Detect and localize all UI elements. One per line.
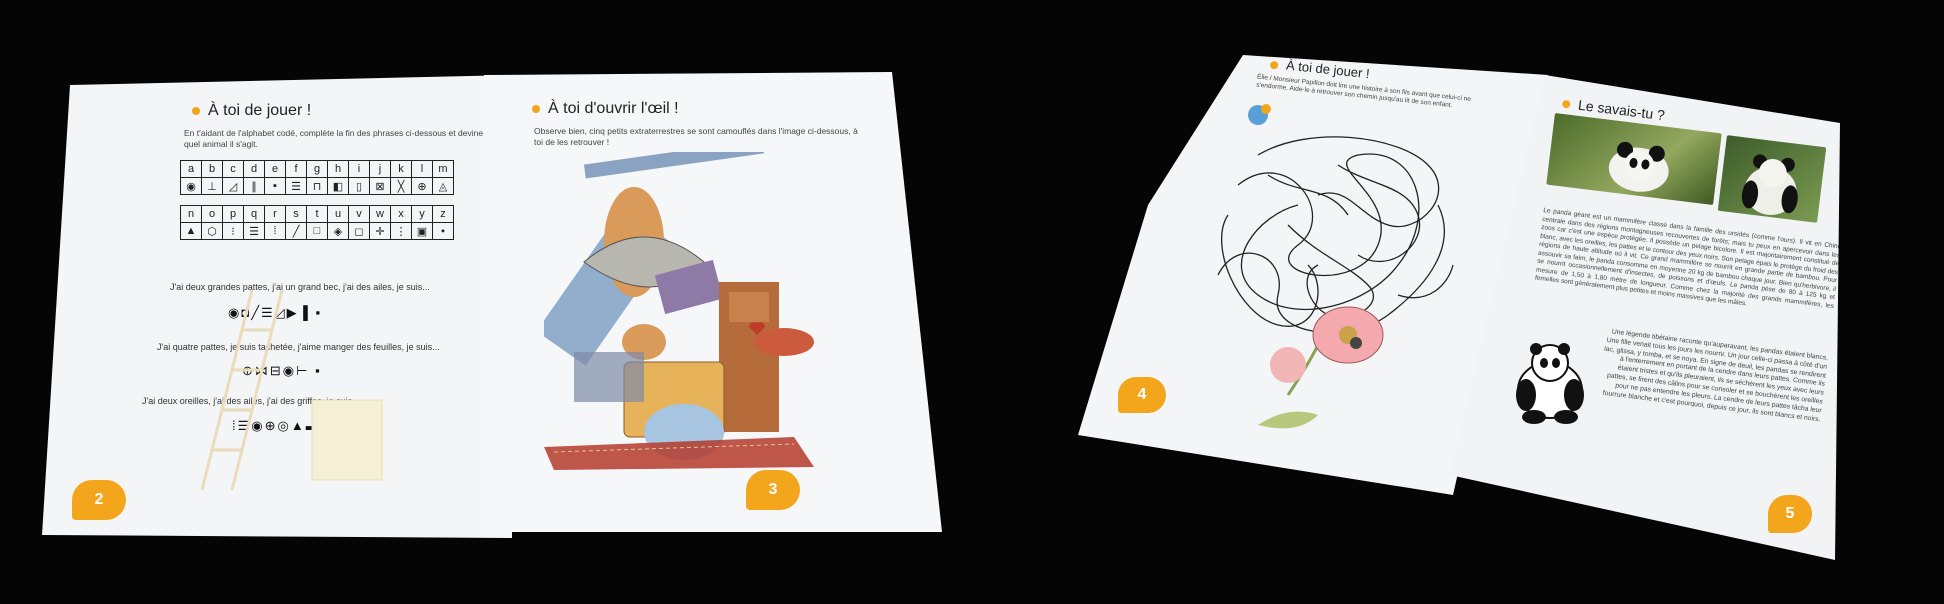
alphabet-letter-h: h xyxy=(327,160,349,178)
code-symbol: ⊓ xyxy=(306,177,328,195)
code-symbol: ◉ xyxy=(180,177,202,195)
alphabet-letter-g: g xyxy=(306,160,328,178)
page-3: À toi d'ouvrir l'œil ! Observe bien, cin… xyxy=(484,72,942,532)
code-symbol: ☰ xyxy=(243,222,265,240)
panda-drawing xyxy=(1516,343,1584,424)
alphabet-letter-b: b xyxy=(201,160,223,178)
code-symbol: ⊕ xyxy=(411,177,433,195)
alphabet-letter-i: i xyxy=(348,160,370,178)
alphabet-letter-u: u xyxy=(327,205,349,223)
bullet-icon xyxy=(1269,60,1279,70)
alphabet-letter-j: j xyxy=(369,160,391,178)
code-symbol: ✛ xyxy=(369,222,391,240)
alphabet-letter-k: k xyxy=(390,160,412,178)
code-symbol: ╳ xyxy=(390,177,412,195)
alphabet-letter-o: o xyxy=(201,205,223,223)
flower-drawing xyxy=(1258,306,1384,429)
alphabet-letter-f: f xyxy=(285,160,307,178)
code-symbol: ⬩ xyxy=(432,222,454,240)
page-2: À toi de jouer ! En t'aidant de l'alphab… xyxy=(42,75,512,538)
code-symbol: ◧ xyxy=(327,177,349,195)
code-symbol: ⋮ xyxy=(390,222,412,240)
panda-photo-2 xyxy=(1717,135,1827,223)
page-5-number: 5 xyxy=(1768,495,1812,533)
code-symbol: ▪ xyxy=(264,177,286,195)
bullet-icon xyxy=(192,106,200,115)
code-symbol: ⁝ xyxy=(222,222,244,240)
page-3-instructions: Observe bien, cinq petits extraterrestre… xyxy=(534,126,858,147)
bullet-icon xyxy=(532,104,540,113)
code-symbol: ⁞ xyxy=(264,222,286,240)
alphabet-letter-y: y xyxy=(411,205,433,223)
alphabet-code-row-2: nopqrstuvwxyz ▲ ⬡ ⁝ ☰ ⁞ ╱ □ ◈ ◻ ✛ ⋮ ▣ ⬩ xyxy=(180,205,454,240)
code-symbol: ▯ xyxy=(348,177,370,195)
code-symbol: ☰ xyxy=(285,177,307,195)
code-symbol: ◈ xyxy=(327,222,349,240)
bullet-icon xyxy=(1561,100,1571,109)
alphabet-letter-s: s xyxy=(285,205,307,223)
page-2-title: À toi de jouer ! xyxy=(192,102,311,120)
alphabet-letter-n: n xyxy=(180,205,202,223)
code-symbol: ◿ xyxy=(222,177,244,195)
page-2-number: 2 xyxy=(72,480,126,520)
code-symbol: ⊥ xyxy=(201,177,223,195)
panda-legend-paragraph: Une légende tibétaine raconte qu'auparav… xyxy=(1602,328,1829,424)
code-symbol: ▲ xyxy=(180,222,202,240)
panda-facts-paragraph: Le panda géant est un mammifère classé d… xyxy=(1534,207,1842,310)
code-symbol: ∥ xyxy=(243,177,265,195)
snail-doodle xyxy=(1248,104,1271,125)
panda-photo-1 xyxy=(1546,113,1722,205)
alphabet-letter-t: t xyxy=(306,205,328,223)
hidden-aliens-illustration xyxy=(544,152,814,470)
code-symbol: ╱ xyxy=(285,222,307,240)
code-symbol: ⊠ xyxy=(369,177,391,195)
code-symbol: □ xyxy=(306,222,328,240)
alphabet-letter-d: d xyxy=(243,160,265,178)
alphabet-letter-e: e xyxy=(264,160,286,178)
page-2-instructions: En t'aidant de l'alphabet codé, complète… xyxy=(184,128,495,149)
alphabet-letter-l: l xyxy=(411,160,433,178)
alphabet-letter-p: p xyxy=(222,205,244,223)
alphabet-letter-r: r xyxy=(264,205,286,223)
alphabet-letter-c: c xyxy=(222,160,244,178)
code-symbol: ◻ xyxy=(348,222,370,240)
alphabet-letter-v: v xyxy=(348,205,370,223)
alphabet-letter-q: q xyxy=(243,205,265,223)
code-symbol: ◬ xyxy=(432,177,454,195)
page-3-number: 3 xyxy=(746,470,800,510)
alphabet-letter-z: z xyxy=(432,205,454,223)
alphabet-letter-w: w xyxy=(369,205,391,223)
alphabet-letter-a: a xyxy=(180,160,202,178)
page-3-title: À toi d'ouvrir l'œil ! xyxy=(532,100,679,118)
code-symbol: ▣ xyxy=(411,222,433,240)
ladder-drawing xyxy=(200,290,383,490)
alphabet-code-row-1: abcdefghijklm ◉ ⊥ ◿ ∥ ▪ ☰ ⊓ ◧ ▯ ⊠ ╳ ⊕ ◬ xyxy=(180,160,454,195)
code-symbol: ⬡ xyxy=(201,222,223,240)
alphabet-letter-m: m xyxy=(432,160,454,178)
alphabet-letter-x: x xyxy=(390,205,412,223)
page-4-number: 4 xyxy=(1118,377,1166,413)
